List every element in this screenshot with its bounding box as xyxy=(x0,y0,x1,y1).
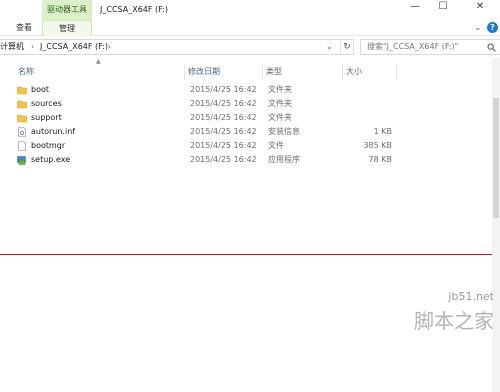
file-row[interactable]: setup.exe 2015/4/25 16:42 应用程序 78 KB xyxy=(0,153,500,167)
drive-tools-tab[interactable]: 驱动器工具 xyxy=(42,0,92,20)
search-placeholder: 搜索"J_CCSA_X64F (F:)" xyxy=(367,42,459,51)
file-size: 385 KB xyxy=(363,141,392,150)
breadcrumb-separator-icon[interactable]: › xyxy=(108,40,111,54)
file-size xyxy=(346,83,392,97)
column-divider[interactable] xyxy=(262,64,263,80)
file-row[interactable]: bootmgr 2015/4/25 16:42 文件 385 KB xyxy=(0,139,500,153)
file-date: 2015/4/25 16:42 xyxy=(190,113,257,122)
minimize-button[interactable]: — xyxy=(404,0,426,14)
file-row[interactable]: support 2015/4/25 16:42 文件夹 xyxy=(0,111,500,125)
file-date: 2015/4/25 16:42 xyxy=(190,155,257,164)
file-name: boot xyxy=(31,85,50,94)
refresh-icon[interactable]: ↻ xyxy=(340,40,353,54)
chevron-down-icon[interactable]: ⌄ xyxy=(474,23,482,33)
window-title: J_CCSA_X64F (F:) xyxy=(100,5,168,14)
folder-icon xyxy=(17,100,27,109)
file-name: autorun.inf xyxy=(31,127,76,136)
file-date: 2015/4/25 16:42 xyxy=(190,127,257,136)
vertical-scrollbar[interactable] xyxy=(492,58,500,392)
file-size: 1 KB xyxy=(373,127,392,136)
setup-app-icon xyxy=(17,156,26,165)
column-header-row: 名称 修改日期 类型 大小 xyxy=(0,64,500,80)
column-header-date[interactable]: 修改日期 xyxy=(188,64,262,80)
file-type: 安装信息 xyxy=(268,127,300,136)
file-row[interactable]: autorun.inf 2015/4/25 16:42 安装信息 1 KB xyxy=(0,125,500,139)
watermark-text: 脚本之家 xyxy=(414,309,494,333)
column-divider[interactable] xyxy=(396,64,397,80)
file-type: 文件夹 xyxy=(268,85,292,94)
blank-file-icon xyxy=(18,141,26,151)
file-date: 2015/4/25 16:42 xyxy=(190,85,257,94)
file-name: support xyxy=(31,113,62,122)
file-list-pane: ▲ 名称 修改日期 类型 大小 boot 2015/4/25 16:42 文件夹… xyxy=(0,58,500,392)
file-date: 2015/4/25 16:42 xyxy=(190,141,257,150)
title-bar: 驱动器工具 J_CCSA_X64F (F:) — ☐ ✕ xyxy=(0,0,500,20)
settings-file-icon xyxy=(18,127,26,137)
file-type: 文件夹 xyxy=(268,99,292,108)
address-row: 计算机 › J_CCSA_X64F (F:) › ⌄ ↻ 搜索"J_CCSA_X… xyxy=(0,37,500,57)
maximize-button[interactable]: ☐ xyxy=(432,0,454,14)
file-row[interactable]: boot 2015/4/25 16:42 文件夹 xyxy=(0,83,500,97)
watermark-url: jb51.net xyxy=(448,290,494,303)
search-input[interactable]: 搜索"J_CCSA_X64F (F:)" xyxy=(360,39,500,55)
watermark: jb51.net 脚本之家 xyxy=(414,290,494,334)
file-date: 2015/4/25 16:42 xyxy=(190,99,257,108)
ribbon-tabs: 查看 管理 ⌄ ? xyxy=(0,20,500,36)
column-header-type[interactable]: 类型 xyxy=(266,64,342,80)
column-divider[interactable] xyxy=(184,64,185,80)
scrollbar-thumb[interactable] xyxy=(493,98,499,218)
folder-icon xyxy=(17,86,27,95)
file-type: 文件 xyxy=(268,141,284,150)
file-type: 文件夹 xyxy=(268,113,292,122)
tab-manage[interactable]: 管理 xyxy=(42,20,92,36)
column-divider[interactable] xyxy=(342,64,343,80)
red-divider-line xyxy=(0,254,500,255)
folder-icon xyxy=(17,114,27,123)
address-bar[interactable]: 计算机 › J_CCSA_X64F (F:) › ⌄ ↻ xyxy=(0,39,354,55)
close-button[interactable]: ✕ xyxy=(460,0,500,14)
column-header-name[interactable]: 名称 xyxy=(18,64,184,80)
breadcrumb-computer[interactable]: 计算机 xyxy=(0,40,24,54)
file-size: 78 KB xyxy=(368,155,392,164)
breadcrumb-drive[interactable]: J_CCSA_X64F (F:) xyxy=(40,40,108,54)
help-icon[interactable]: ? xyxy=(487,22,498,33)
file-type: 应用程序 xyxy=(268,155,300,164)
file-row[interactable]: sources 2015/4/25 16:42 文件夹 xyxy=(0,97,500,111)
file-name: bootmgr xyxy=(31,141,66,150)
address-dropdown-icon[interactable]: ⌄ xyxy=(326,40,333,54)
breadcrumb-separator-icon[interactable]: › xyxy=(31,40,34,54)
file-name: sources xyxy=(31,99,62,108)
tab-view[interactable]: 查看 xyxy=(16,20,32,36)
file-size xyxy=(346,97,392,111)
file-name: setup.exe xyxy=(31,155,71,164)
search-icon[interactable] xyxy=(487,40,496,54)
file-size xyxy=(346,111,392,125)
column-header-size[interactable]: 大小 xyxy=(346,64,396,80)
